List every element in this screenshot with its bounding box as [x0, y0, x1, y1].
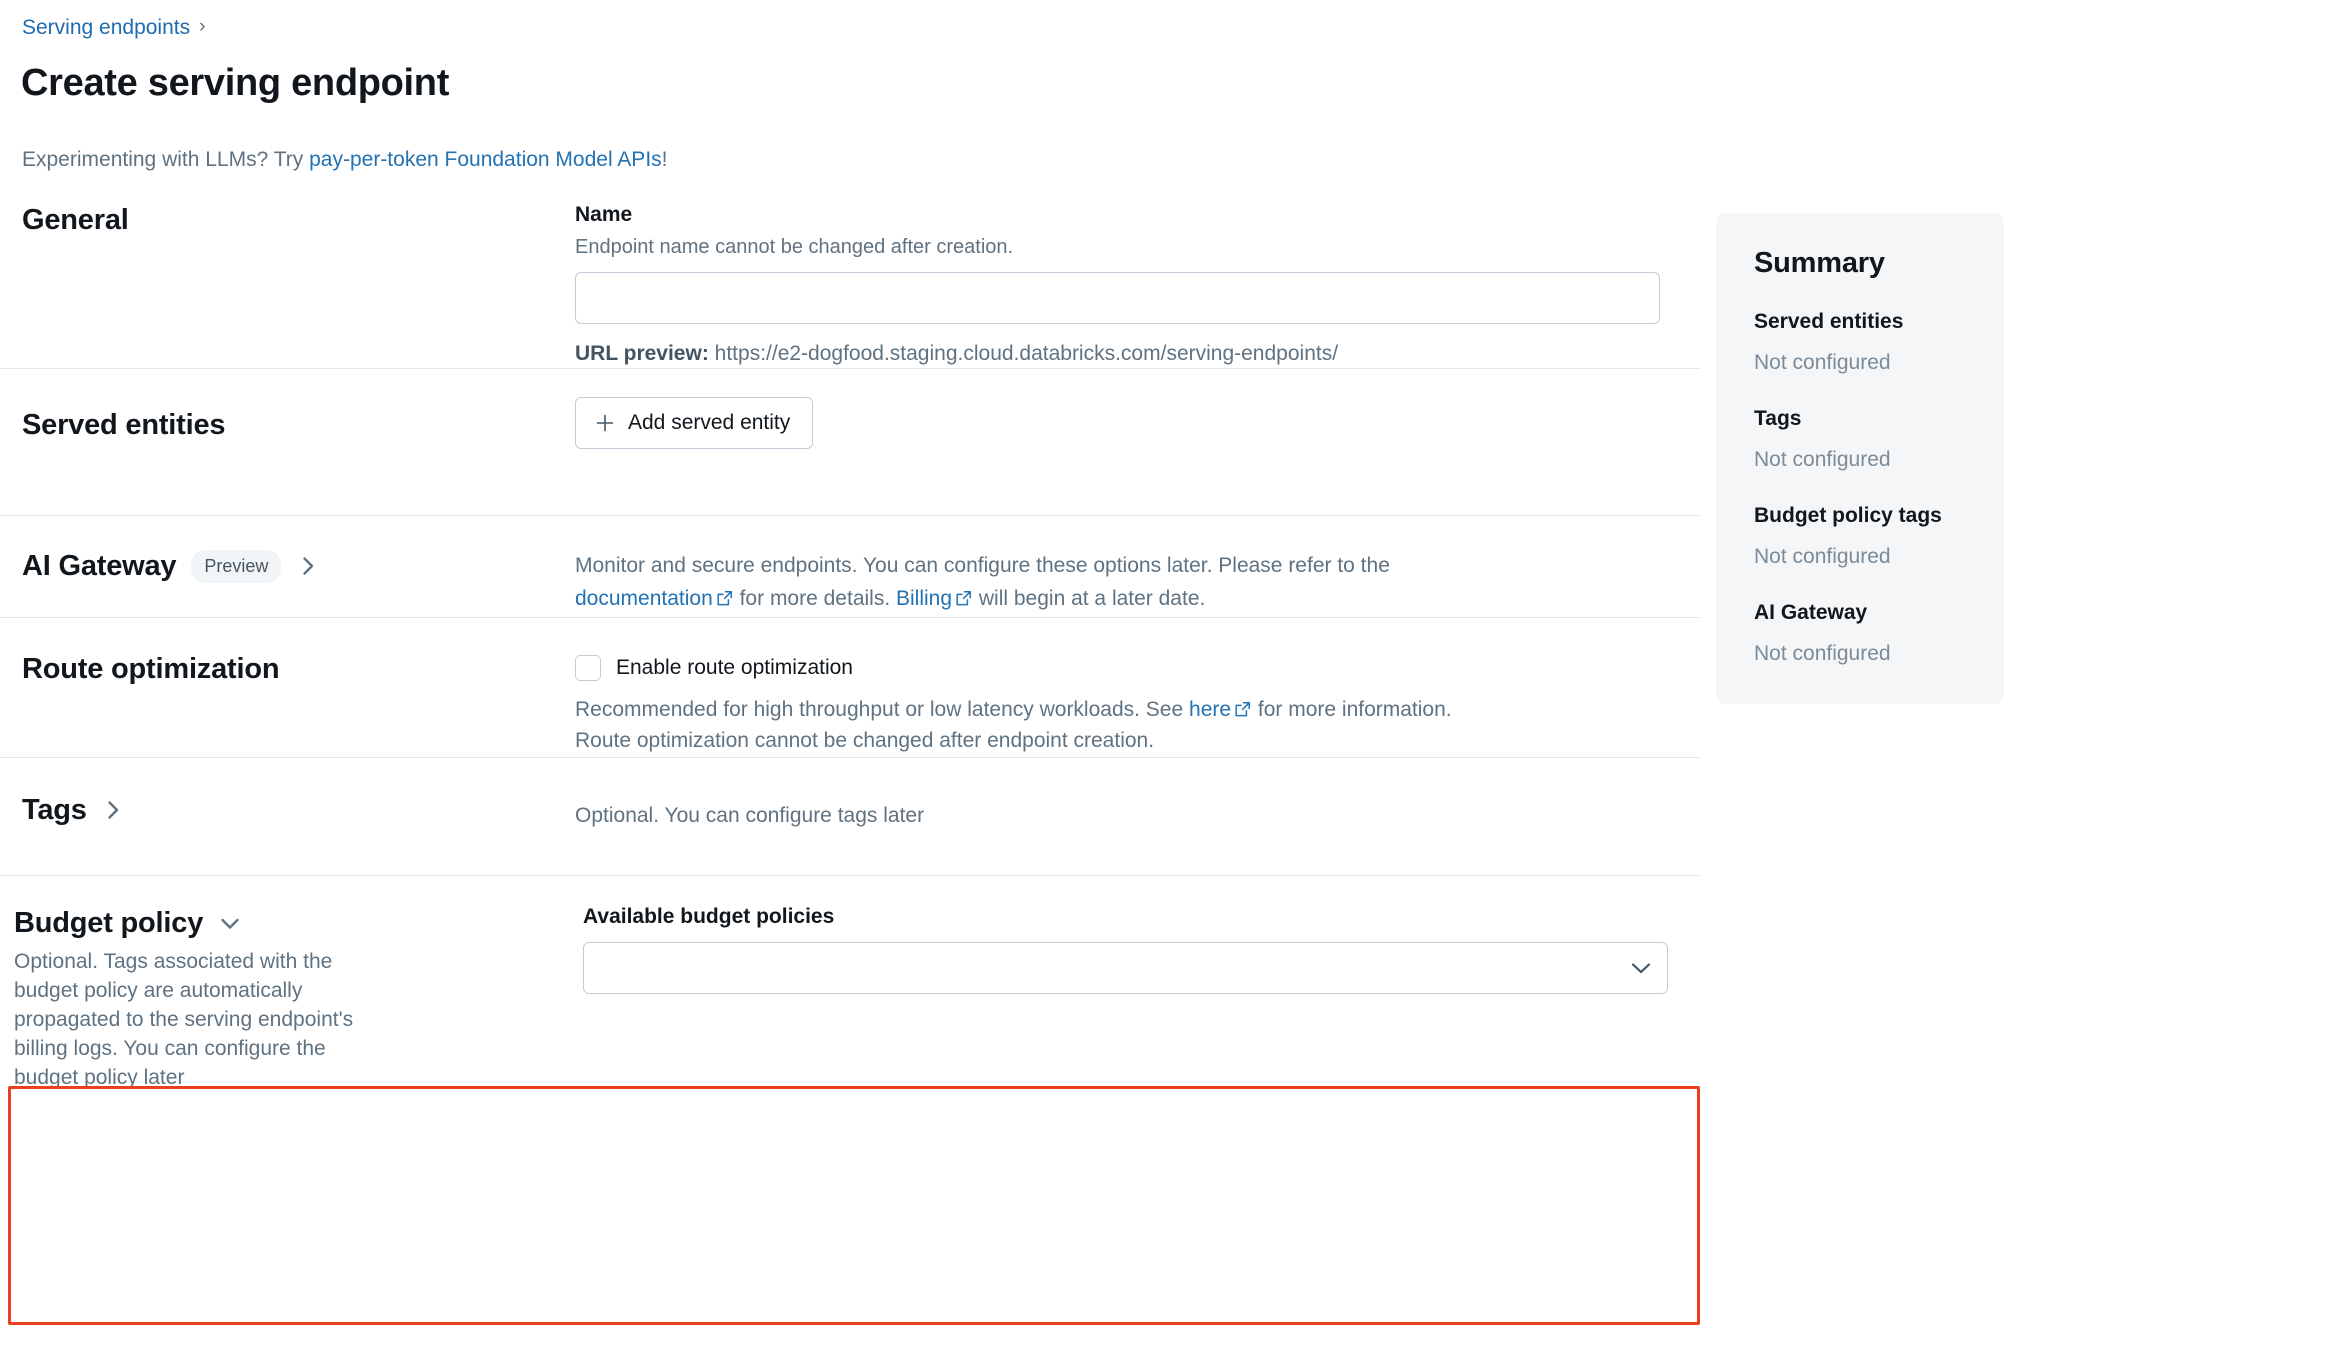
- url-preview: URL preview: https://e2-dogfood.staging.…: [575, 340, 1660, 368]
- section-budget-policy-left: Budget policy Optional. Tags associated …: [0, 876, 575, 1092]
- section-budget-policy: Budget policy Optional. Tags associated …: [0, 876, 1700, 1092]
- summary-item: AI Gateway Not configured: [1754, 599, 2004, 668]
- expand-tags-chevron-right-icon[interactable]: [102, 798, 126, 822]
- summary-item-value: Not configured: [1754, 545, 1891, 568]
- section-route-optimization-right: Enable route optimization Recommended fo…: [575, 618, 1700, 757]
- section-ai-gateway-left: AI Gateway Preview: [0, 516, 575, 617]
- summary-card: Summary Served entities Not configured T…: [1716, 213, 2004, 704]
- route-help-line2: Route optimization cannot be changed aft…: [575, 729, 1155, 752]
- name-field-help: Endpoint name cannot be changed after cr…: [575, 236, 1014, 258]
- summary-item-label: Tags: [1754, 407, 1802, 430]
- page-title: Create serving endpoint: [21, 62, 450, 104]
- section-heading-budget-policy: Budget policy: [14, 905, 575, 941]
- section-tags-left: Tags: [0, 758, 575, 875]
- section-served-entities: Served entities Add served entity: [0, 369, 1700, 516]
- summary-item-value: Not configured: [1754, 351, 1891, 374]
- section-tags: Tags Optional. You can configure tags la…: [0, 758, 1700, 876]
- summary-item-value: Not configured: [1754, 642, 1891, 665]
- ai-gateway-desc-part2: for more details.: [733, 587, 896, 610]
- create-serving-endpoint-page: Serving endpoints › Create serving endpo…: [0, 0, 2336, 1358]
- chevron-right-icon: ›: [199, 16, 206, 37]
- budget-policy-title: Budget policy: [14, 907, 204, 939]
- subtitle-prefix: Experimenting with LLMs? Try: [22, 148, 310, 171]
- billing-link[interactable]: Billing: [896, 587, 952, 610]
- section-served-entities-left: Served entities: [0, 369, 575, 515]
- name-field-label: Name: [575, 203, 633, 226]
- summary-item-value: Not configured: [1754, 448, 1891, 471]
- tags-description: Optional. You can configure tags later: [575, 804, 925, 827]
- add-served-entity-label: Add served entity: [628, 411, 791, 434]
- available-budget-policies-select-wrap: [583, 942, 1668, 994]
- enable-route-optimization-checkbox[interactable]: [575, 655, 601, 681]
- summary-item: Budget policy tags Not configured: [1754, 502, 2004, 571]
- foundation-model-apis-link[interactable]: pay-per-token Foundation Model APIs: [309, 148, 662, 171]
- url-preview-label: URL preview:: [575, 342, 709, 365]
- url-preview-value: https://e2-dogfood.staging.cloud.databri…: [714, 342, 1339, 365]
- summary-item: Tags Not configured: [1754, 405, 2004, 474]
- enable-route-optimization-row[interactable]: Enable route optimization: [575, 654, 1655, 682]
- section-served-entities-right: Add served entity: [575, 369, 1700, 515]
- subtitle-suffix: !: [661, 148, 668, 171]
- section-ai-gateway: AI Gateway Preview Monitor and secure en…: [0, 516, 1700, 618]
- section-general: General Name Endpoint name cannot be cha…: [0, 200, 1700, 369]
- section-heading-route-optimization: Route optimization: [22, 653, 280, 685]
- summary-item-label: Served entities: [1754, 310, 1904, 333]
- route-help-part2: for more information.: [1252, 698, 1452, 721]
- section-budget-policy-right: Available budget policies: [575, 876, 1713, 1092]
- external-link-icon-here: [1234, 697, 1251, 726]
- available-budget-policies-label: Available budget policies: [583, 905, 835, 928]
- section-heading-served-entities: Served entities: [22, 409, 226, 441]
- documentation-link[interactable]: documentation: [575, 587, 713, 610]
- breadcrumb: Serving endpoints ›: [22, 14, 205, 42]
- ai-gateway-desc-part1: Monitor and secure endpoints. You can co…: [575, 554, 1390, 577]
- route-optimization-help: Recommended for high throughput or low l…: [575, 695, 1495, 755]
- enable-route-optimization-label[interactable]: Enable route optimization: [616, 654, 853, 682]
- expand-ai-gateway-chevron-right-icon[interactable]: [296, 554, 320, 578]
- section-heading-tags: Tags: [22, 792, 575, 828]
- budget-policy-highlight-box: [8, 1086, 1700, 1325]
- here-link[interactable]: here: [1189, 698, 1231, 721]
- available-budget-policies-select[interactable]: [583, 942, 1668, 994]
- summary-title: Summary: [1754, 247, 1885, 279]
- plus-icon: [594, 412, 616, 434]
- external-link-icon-billing: [955, 584, 972, 617]
- budget-policy-description: Optional. Tags associated with the budge…: [14, 950, 354, 1089]
- endpoint-name-input[interactable]: [575, 272, 1660, 324]
- breadcrumb-link-serving-endpoints[interactable]: Serving endpoints: [22, 14, 190, 42]
- page-subtitle: Experimenting with LLMs? Try pay-per-tok…: [22, 146, 668, 174]
- preview-badge: Preview: [191, 549, 282, 583]
- form-column: General Name Endpoint name cannot be cha…: [0, 200, 1700, 1092]
- ai-gateway-desc-part3: will begin at a later date.: [973, 587, 1206, 610]
- summary-item-label: Budget policy tags: [1754, 504, 1942, 527]
- external-link-icon: [716, 584, 733, 617]
- section-general-left: General: [0, 201, 575, 368]
- section-route-optimization: Route optimization Enable route optimiza…: [0, 618, 1700, 758]
- section-general-right: Name Endpoint name cannot be changed aft…: [575, 201, 1705, 368]
- section-ai-gateway-right: Monitor and secure endpoints. You can co…: [575, 516, 1700, 617]
- section-heading-general: General: [22, 204, 129, 236]
- section-tags-right: Optional. You can configure tags later: [575, 758, 1700, 875]
- summary-item: Served entities Not configured: [1754, 308, 2004, 377]
- tags-title: Tags: [22, 794, 87, 826]
- section-route-optimization-left: Route optimization: [0, 618, 575, 757]
- add-served-entity-button[interactable]: Add served entity: [575, 397, 814, 449]
- collapse-budget-policy-chevron-down-icon[interactable]: [218, 911, 242, 935]
- ai-gateway-description: Monitor and secure endpoints. You can co…: [575, 549, 1475, 617]
- ai-gateway-title: AI Gateway: [22, 550, 177, 582]
- summary-item-label: AI Gateway: [1754, 601, 1868, 624]
- section-heading-ai-gateway: AI Gateway Preview: [22, 548, 575, 584]
- route-help-part1: Recommended for high throughput or low l…: [575, 698, 1190, 721]
